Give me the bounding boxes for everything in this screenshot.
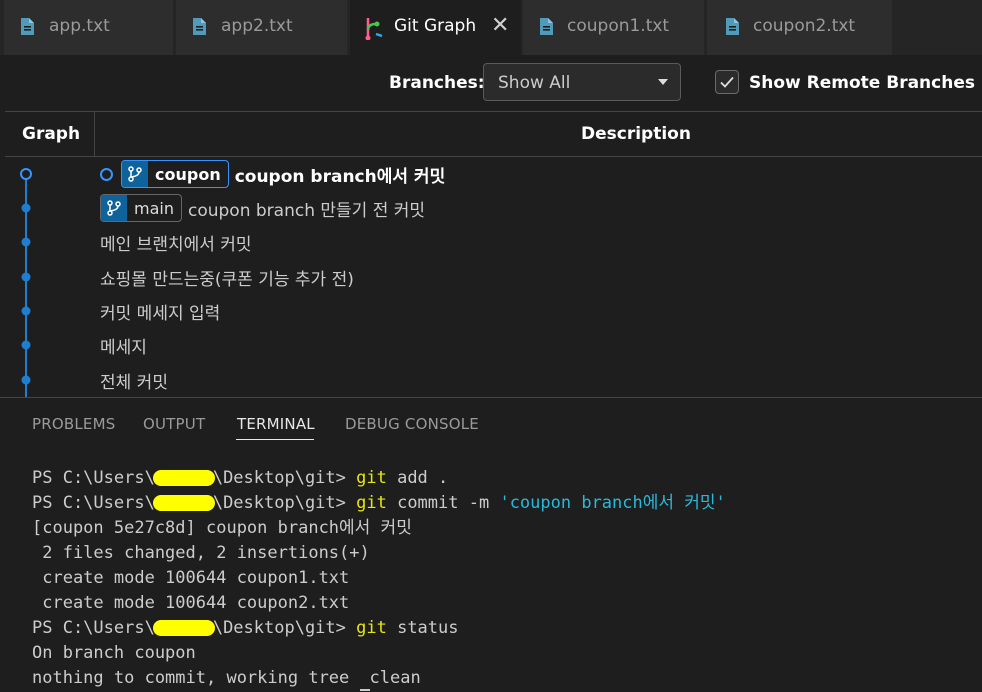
commit-message: 쇼핑몰 만드는중(쿠폰 기능 추가 전) [100,269,354,290]
terminal-line: create mode 100644 coupon1.txt [32,568,350,588]
panel-tab-output[interactable]: OUTPUT [143,415,205,433]
commit-row[interactable]: coupon coupon branch에서 커밋 [100,157,445,191]
commit-message: coupon branch 만들기 전 커밋 [187,200,426,221]
commit-message: 메세지 [100,337,147,358]
commit-message: 커밋 메세지 입력 [100,303,221,324]
commit-message: 전체 커밋 [100,372,168,393]
tab-coupon1-txt[interactable]: coupon1.txt [523,0,705,55]
terminal-line: create mode 100644 coupon2.txt [32,593,350,613]
git-graph-icon [365,18,383,40]
commit-node [21,272,31,282]
terminal-line: On branch coupon [32,643,196,663]
file-icon [726,18,739,35]
graph-lines [20,168,32,397]
commit-message: coupon branch에서 커밋 [234,166,446,187]
commit-row[interactable]: 메인 브랜치에서 커밋 [100,225,252,259]
tab-label: Git Graph [394,16,477,36]
graph-column-header[interactable]: Graph [5,112,95,156]
chevron-down-icon [658,79,668,85]
bottom-panel: PROBLEMS OUTPUT TERMINAL DEBUG CONSOLE P… [0,397,982,692]
commit-row[interactable]: main coupon branch 만들기 전 커밋 [100,191,425,225]
branch-ref-name: coupon [155,164,221,184]
redaction-mark [152,470,215,486]
commit-node [20,168,32,180]
terminal-output[interactable]: PS C:\Users\ \Desktop\git> git add . PS C… [32,466,726,691]
file-icon [21,18,34,35]
close-tab-icon[interactable]: ✕ [491,14,509,38]
terminal-cursor [359,673,370,691]
show-remote-branches-label[interactable]: Show Remote Branches [749,73,975,93]
file-icon [193,18,206,35]
checkmark-icon [720,76,734,88]
terminal-line: 2 files changed, 2 insertions(+) [32,543,370,563]
commit-node [21,203,31,213]
terminal-line: PS C:\Users\ \Desktop\git> git commit -m … [32,493,726,513]
panel-tab-debug-console[interactable]: DEBUG CONSOLE [345,415,479,433]
terminal-line: PS C:\Users\ \Desktop\git> git add . [32,468,449,488]
commit-table-header: Graph Description [5,111,982,157]
git-graph-controls: Branches: Show All Show Remote Branches [0,55,982,111]
description-header-label[interactable]: Description [581,124,691,144]
branch-ref-name: main [134,198,174,218]
redaction-mark [152,495,215,511]
branches-label: Branches: [389,73,485,93]
branches-dropdown[interactable]: Show All [483,63,681,101]
tab-git-graph[interactable]: Git Graph ✕ [350,0,522,55]
file-icon [540,18,553,35]
tab-app2-txt[interactable]: app2.txt [176,0,348,55]
head-commit-indicator [100,167,113,181]
commit-row[interactable]: 전체 커밋 [100,363,168,397]
commit-node [21,306,31,316]
panel-tab-terminal[interactable]: TERMINAL [237,415,315,433]
commit-node [21,237,31,247]
tab-coupon2-txt[interactable]: coupon2.txt [707,0,893,55]
commit-row[interactable]: 메세지 [100,328,147,362]
tab-app-txt[interactable]: app.txt [4,0,174,55]
tab-label: app.txt [49,16,110,36]
commit-message: 메인 브랜치에서 커밋 [100,234,252,255]
graph-header-label: Graph [22,124,81,144]
tab-label: coupon2.txt [753,16,856,36]
editor-tab-bar: app.txt app2.txt Git Graph ✕ coupon1.txt [0,0,982,55]
terminal-line: PS C:\Users\ \Desktop\git> git status [32,618,459,638]
commit-row[interactable]: 쇼핑몰 만드는중(쿠폰 기능 추가 전) [100,260,354,294]
tab-label: app2.txt [221,16,293,36]
terminal-line: [coupon 5e27c8d] coupon branch에서 커밋 [32,518,412,538]
commit-row[interactable]: 커밋 메세지 입력 [100,294,220,328]
branches-dropdown-value: Show All [498,73,571,93]
panel-tab-problems[interactable]: PROBLEMS [32,415,115,433]
redaction-mark [152,620,215,636]
commit-node [21,375,31,385]
branch-icon [101,195,127,221]
show-remote-branches-checkbox[interactable] [715,70,739,94]
tab-label: coupon1.txt [567,16,670,36]
branch-ref-coupon[interactable]: coupon [121,160,229,188]
branch-icon [122,161,148,187]
terminal-line: nothing to commit, working tree clean [32,666,726,691]
commit-node [21,340,31,350]
active-tab-indicator [236,439,314,440]
branch-ref-main[interactable]: main [100,194,182,222]
commit-graph: coupon coupon branch에서 커밋 main coupon br… [0,157,982,397]
